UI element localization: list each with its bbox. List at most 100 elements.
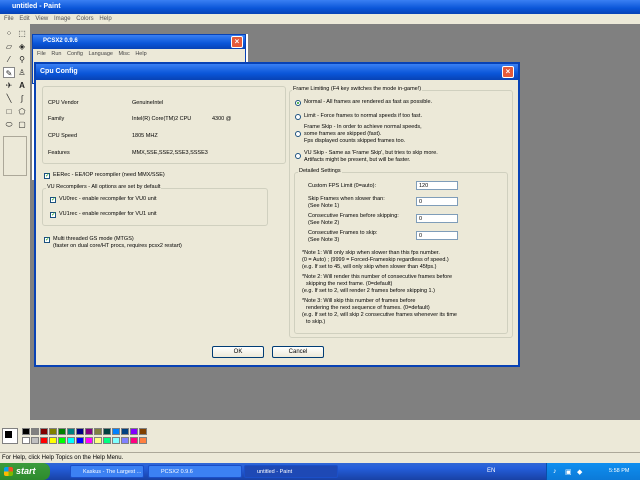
palette-swatch[interactable] [130,428,138,435]
palette-swatch[interactable] [67,428,75,435]
eerec-checkbox[interactable]: ✓ [44,173,50,179]
palette-swatch[interactable] [58,437,66,444]
start-button[interactable]: start [0,463,50,480]
language-indicator[interactable]: EN [487,468,495,474]
eraser-icon[interactable]: ▱ [3,41,15,52]
fill-icon[interactable]: ◈ [16,41,28,52]
note2-line1: *Note 2: Will render this number of cons… [302,274,453,280]
palette-swatch[interactable] [40,437,48,444]
magnifier-icon[interactable]: ⚲ [16,54,28,65]
menu-colors[interactable]: Colors [76,16,93,22]
pcsx2-title-bar[interactable]: PCSX2 0.9.6 [33,35,245,49]
pcsx2-menu-file[interactable]: File [37,51,46,57]
menu-view[interactable]: View [35,16,48,22]
volume-icon[interactable]: ♪ [553,468,557,475]
pcsx2-menu-run[interactable]: Run [51,51,61,57]
pcsx2-close-button[interactable]: × [231,36,243,48]
palette-swatch[interactable] [22,437,30,444]
palette-swatch[interactable] [31,437,39,444]
vuskip-label: VU Skip - Same as 'Frame Skip', but trie… [304,150,438,156]
menu-file[interactable]: File [4,16,14,22]
dialog-close-button[interactable]: × [502,66,514,78]
vu1rec-checkbox[interactable]: ✓ [50,212,56,218]
rounded-rect-icon[interactable]: ▢ [16,119,28,130]
palette-swatch[interactable] [40,428,48,435]
vuskip-desc: Artifacts might be present, but will be … [304,157,411,163]
cpu-config-title-bar[interactable]: Cpu Config [36,64,518,80]
vuskip-radio[interactable] [295,153,301,159]
palette-swatch[interactable] [121,428,129,435]
cpu-features-label: Features [48,150,70,156]
palette-swatch[interactable] [22,428,30,435]
palette-swatch[interactable] [121,437,129,444]
palette-swatch[interactable] [58,428,66,435]
palette-swatch[interactable] [103,437,111,444]
pcsx2-menu-language[interactable]: Language [88,51,112,57]
pcsx2-menu-misc[interactable]: Misc [118,51,129,57]
palette-swatch[interactable] [103,428,111,435]
tool-options-box[interactable] [3,136,27,176]
free-select-icon[interactable]: ⁘ [3,28,15,39]
pencil-icon[interactable]: ✎ [3,67,15,78]
detailed-settings-label: Detailed Settings [298,168,342,174]
menu-help[interactable]: Help [99,16,111,22]
palette-swatch[interactable] [94,428,102,435]
dialog-title: Cpu Config [40,68,78,75]
task-kaskus[interactable]: Kaskus - The Largest ... [70,465,144,478]
paint-toolbox: ⁘ ⬚ ▱ ◈ ⁄ ⚲ ✎ ♙ ✈ A ╲ ∫ □ ⬠ ⬭ ▢ [0,26,30,186]
fps-limit-input[interactable]: 120 [416,181,458,190]
pcsx2-menu-help[interactable]: Help [135,51,146,57]
frameskip-radio[interactable] [295,131,301,137]
eerec-label: EERec - EE/IOP recompiler (need MMX/SSE) [53,172,165,178]
text-icon[interactable]: A [16,80,28,91]
pcsx2-menu-config[interactable]: Config [67,51,83,57]
palette-swatch[interactable] [85,428,93,435]
pcsx2-menu-bar: File Run Config Language Misc Help [33,49,245,59]
palette-swatch[interactable] [76,437,84,444]
palette-swatch[interactable] [49,437,57,444]
palette-swatch[interactable] [76,428,84,435]
palette-swatch[interactable] [85,437,93,444]
brush-icon[interactable]: ♙ [16,67,28,78]
palette-swatch[interactable] [139,437,147,444]
clock[interactable]: 5:58 PM [609,468,629,474]
palette-swatch[interactable] [112,437,120,444]
cpu-vendor-value: GenuineIntel [132,100,164,106]
cancel-button[interactable]: Cancel [272,346,324,358]
curve-icon[interactable]: ∫ [16,93,28,104]
shield-icon[interactable]: ◆ [577,468,582,476]
cpu-config-dialog: Cpu Config × CPU Vendor GenuineIntel Fam… [34,62,520,367]
mtgs-checkbox[interactable]: ✓ [44,237,50,243]
consec-skip-note: (See Note 3) [308,237,340,243]
palette-swatch[interactable] [94,437,102,444]
line-icon[interactable]: ╲ [3,93,15,104]
menu-image[interactable]: Image [54,16,71,22]
palette-swatch[interactable] [49,428,57,435]
palette-swatch[interactable] [31,428,39,435]
palette-swatch[interactable] [130,437,138,444]
palette-swatch[interactable] [112,428,120,435]
task-pcsx2[interactable]: PCSX2 0.9.6 [148,465,242,478]
palette-swatch[interactable] [139,428,147,435]
airbrush-icon[interactable]: ✈ [3,80,15,91]
task-paint[interactable]: untitled - Paint [244,465,338,478]
network-icon[interactable]: ▣ [565,468,572,476]
vu0rec-checkbox[interactable]: ✓ [50,197,56,203]
menu-edit[interactable]: Edit [19,16,29,22]
fps-limit-value: 120 [419,183,429,189]
limit-radio[interactable] [295,114,301,120]
polygon-icon[interactable]: ⬠ [16,106,28,117]
palette-swatch[interactable] [67,437,75,444]
paint-title-bar[interactable]: untitled - Paint [0,0,640,14]
cpu-speed-label: CPU Speed [48,133,78,139]
eyedropper-icon[interactable]: ⁄ [3,54,15,65]
rect-select-icon[interactable]: ⬚ [16,28,28,39]
task-pcsx2-label: PCSX2 0.9.6 [161,469,193,475]
rectangle-icon[interactable]: □ [3,106,15,117]
consec-skip-input[interactable]: 0 [416,231,458,240]
normal-radio[interactable] [295,100,301,106]
consec-before-input[interactable]: 0 [416,214,458,223]
ellipse-icon[interactable]: ⬭ [3,119,15,130]
skip-slower-input[interactable]: 0 [416,197,458,206]
ok-button[interactable]: OK [212,346,264,358]
